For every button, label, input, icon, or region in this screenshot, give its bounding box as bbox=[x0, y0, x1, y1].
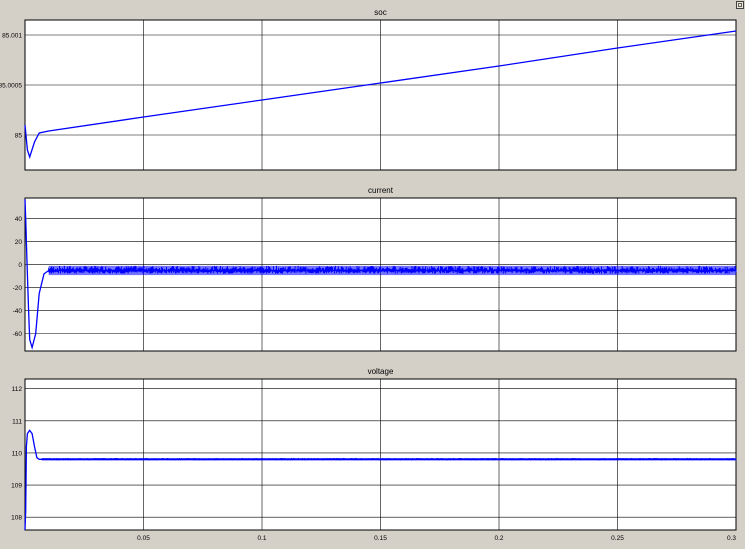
y-tick-label: 0 bbox=[18, 262, 22, 269]
restore-icon[interactable] bbox=[736, 1, 744, 9]
y-tick-label: 111 bbox=[12, 418, 22, 425]
y-tick-label: 109 bbox=[11, 483, 22, 490]
x-tick-label: 0.1 bbox=[257, 535, 266, 542]
x-tick-label: 0.2 bbox=[494, 535, 503, 542]
x-tick-label: 0.25 bbox=[611, 535, 624, 542]
chart-title: current bbox=[368, 186, 394, 195]
y-tick-label: 110 bbox=[12, 450, 23, 457]
y-tick-label: 112 bbox=[12, 386, 23, 393]
y-tick-label: 40 bbox=[15, 216, 23, 223]
y-tick-label: -60 bbox=[13, 331, 23, 338]
chart-title: voltage bbox=[368, 367, 394, 376]
y-tick-label: 108 bbox=[11, 515, 22, 522]
panel-voltage bbox=[24, 378, 737, 531]
x-tick-label: 0.05 bbox=[137, 535, 150, 542]
panel-current bbox=[24, 197, 737, 352]
panel-soc bbox=[24, 19, 737, 171]
x-tick-label: 0.3 bbox=[727, 535, 736, 542]
scope-window: soc 85 85.0005 85.001 current -60 -40 -20 0 20 40 v… bbox=[0, 0, 745, 544]
y-tick-label: 20 bbox=[15, 239, 23, 246]
y-tick-label: -20 bbox=[13, 285, 23, 292]
y-tick-label: 85.0005 bbox=[0, 83, 22, 90]
x-tick-label: 0.15 bbox=[374, 535, 387, 542]
chart-title: soc bbox=[374, 8, 386, 17]
y-tick-label: -40 bbox=[13, 308, 23, 315]
y-tick-label: 85.001 bbox=[2, 33, 22, 40]
scope-chart: soc 85 85.0005 85.001 current -60 -40 -20 0 20 40 v… bbox=[0, 8, 737, 542]
y-tick-label: 85 bbox=[15, 133, 23, 140]
